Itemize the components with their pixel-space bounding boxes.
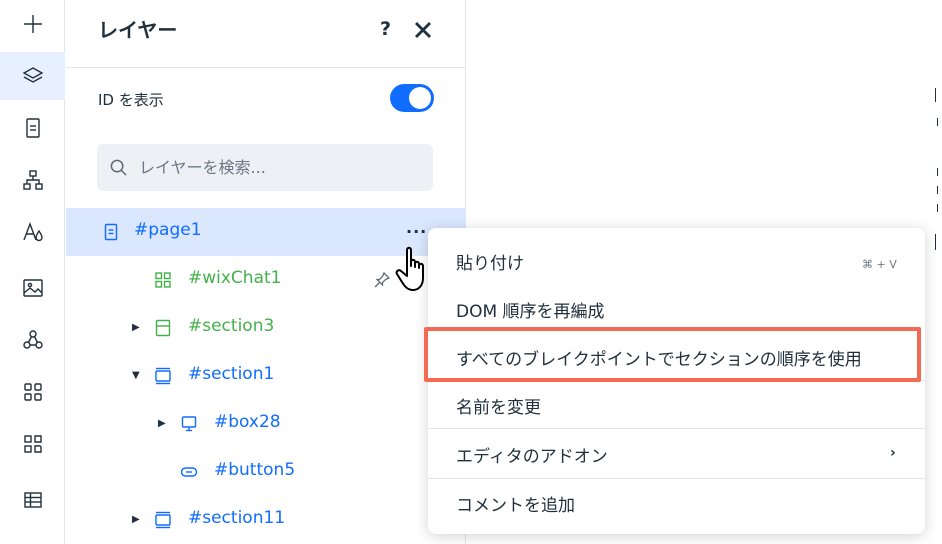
layer-name: #wixChat1 bbox=[188, 268, 282, 288]
search-box bbox=[97, 144, 433, 191]
help-button[interactable]: ? bbox=[380, 18, 391, 40]
layer-row-section1[interactable]: ▼ #section1 bbox=[66, 352, 466, 400]
menu-item-label: DOM 順序を再編成 bbox=[456, 302, 605, 322]
chevron-right-icon: › bbox=[890, 445, 896, 461]
layer-name: #section1 bbox=[188, 364, 275, 384]
pin-icon[interactable] bbox=[374, 271, 391, 288]
menu-item-label: エディタのアドオン bbox=[456, 447, 608, 467]
layer-name: #button5 bbox=[214, 460, 296, 480]
toggle-knob bbox=[409, 87, 431, 109]
widget-icon bbox=[154, 271, 172, 289]
show-id-label: ID を表示 bbox=[98, 91, 164, 109]
add-icon[interactable] bbox=[0, 0, 65, 48]
section-icon bbox=[154, 319, 172, 337]
button-icon bbox=[180, 463, 198, 481]
layers-icon[interactable] bbox=[0, 52, 65, 100]
menu-item-label: 貼り付け bbox=[456, 254, 524, 274]
media-icon[interactable] bbox=[0, 264, 65, 312]
collapse-arrow-icon[interactable]: ▼ bbox=[132, 371, 142, 381]
layer-row-button5[interactable]: #button5 bbox=[66, 448, 466, 496]
close-icon[interactable] bbox=[411, 18, 435, 42]
layer-name: #page1 bbox=[134, 220, 202, 240]
menu-item-rename[interactable]: 名前を変更 bbox=[428, 380, 925, 428]
more-actions-button[interactable]: ··· bbox=[406, 222, 427, 241]
section-icon bbox=[154, 367, 172, 385]
panel-title: レイヤー bbox=[98, 18, 178, 42]
search-icon bbox=[109, 158, 128, 177]
design-icon[interactable] bbox=[0, 208, 65, 256]
layer-name: #box28 bbox=[214, 412, 281, 432]
search-input[interactable] bbox=[139, 155, 419, 179]
page-icon bbox=[102, 223, 120, 241]
highlight-box bbox=[424, 327, 921, 382]
show-id-toggle[interactable] bbox=[390, 84, 434, 112]
menu-item-reorder-dom[interactable]: DOM 順序を再編成 bbox=[428, 284, 925, 332]
layer-name: #section11 bbox=[188, 508, 286, 528]
menu-item-shortcut: ⌘ + V bbox=[862, 258, 897, 271]
section-icon bbox=[154, 511, 172, 529]
left-tool-rail bbox=[0, 0, 65, 544]
table-icon[interactable] bbox=[0, 476, 65, 524]
cms-icon[interactable] bbox=[0, 316, 65, 364]
canvas-edge-marks bbox=[935, 0, 942, 260]
addons-icon[interactable] bbox=[0, 420, 65, 468]
expand-arrow-icon[interactable]: ▶ bbox=[132, 323, 142, 333]
hand-cursor-icon bbox=[394, 244, 434, 296]
layer-row-section11[interactable]: ▶ #section11 bbox=[66, 496, 466, 544]
panel-header: レイヤー ? bbox=[66, 0, 466, 68]
pages-icon[interactable] bbox=[0, 104, 65, 152]
apps-icon[interactable] bbox=[0, 368, 65, 416]
expand-arrow-icon[interactable]: ▶ bbox=[132, 515, 142, 525]
menu-item-paste[interactable]: 貼り付け ⌘ + V bbox=[428, 236, 925, 284]
layer-row-section3[interactable]: ▶ #section3 bbox=[66, 304, 466, 352]
sitemap-icon[interactable] bbox=[0, 156, 65, 204]
menu-item-label: コメントを追加 bbox=[456, 496, 575, 516]
menu-item-add-comment[interactable]: コメントを追加 bbox=[428, 478, 925, 526]
layer-name: #section3 bbox=[188, 316, 275, 336]
expand-arrow-icon[interactable]: ▶ bbox=[158, 419, 168, 429]
menu-item-editor-addons[interactable]: エディタのアドオン › bbox=[428, 429, 925, 477]
menu-item-label: 名前を変更 bbox=[456, 398, 541, 418]
box-icon bbox=[180, 415, 198, 433]
layer-row-box28[interactable]: ▶ #box28 bbox=[66, 400, 466, 448]
